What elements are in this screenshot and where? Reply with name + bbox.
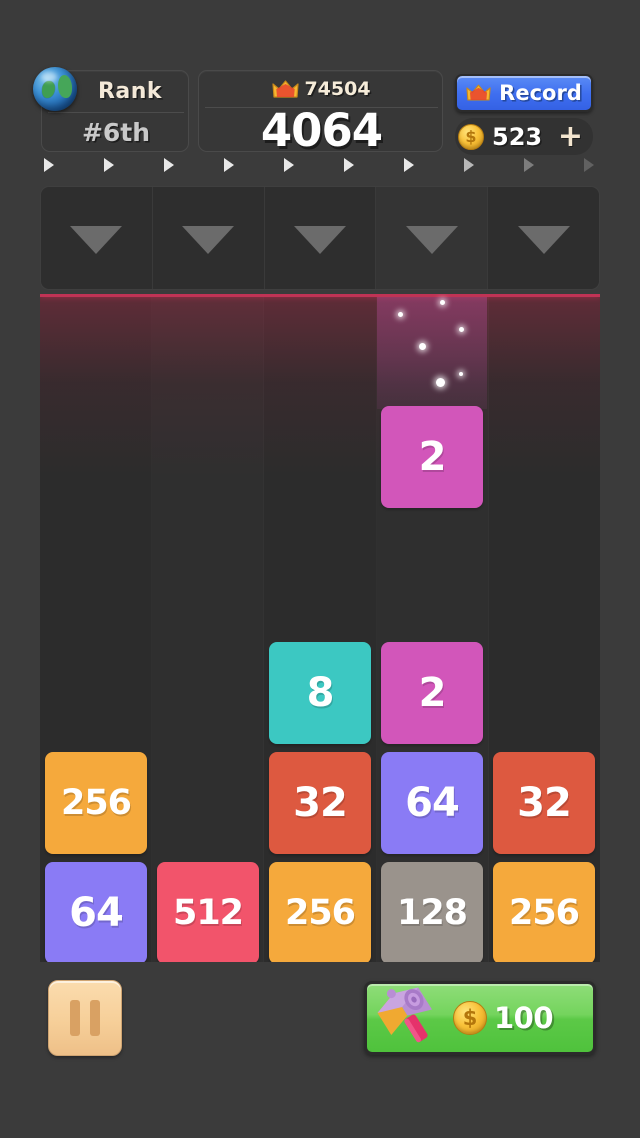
tile-256[interactable]: 256 xyxy=(493,862,595,962)
tile-32[interactable]: 32 xyxy=(493,752,595,854)
tile-64[interactable]: 64 xyxy=(381,752,483,854)
ticker-arrow-row xyxy=(0,158,640,180)
triangle-down-icon xyxy=(182,226,235,254)
crown-icon xyxy=(466,84,493,103)
tile-128[interactable]: 128 xyxy=(381,862,483,962)
top-hud: Rank #6th 74504 4064 Record $ 523 + xyxy=(0,0,640,157)
drop-column-1[interactable] xyxy=(153,187,265,289)
tile-256[interactable]: 256 xyxy=(45,752,147,854)
tile-32[interactable]: 32 xyxy=(269,752,371,854)
triangle-down-icon xyxy=(517,226,570,254)
triangle-right-icon xyxy=(464,158,474,172)
pause-icon xyxy=(70,1000,80,1036)
current-score-value: 4064 xyxy=(260,103,383,157)
danger-line xyxy=(40,294,600,297)
triangle-right-icon xyxy=(224,158,234,172)
globe-shine xyxy=(41,72,57,82)
triangle-right-icon xyxy=(404,158,414,172)
hammer-price: 100 xyxy=(494,1001,554,1035)
best-score-row: 74504 xyxy=(199,71,444,107)
triangle-right-icon xyxy=(164,158,174,172)
pause-icon xyxy=(90,1000,100,1036)
globe-icon xyxy=(33,67,77,111)
score-panel: 74504 4064 xyxy=(198,70,444,157)
rank-value: #6th xyxy=(81,118,151,147)
tile-256[interactable]: 256 xyxy=(269,862,371,962)
tile-64[interactable]: 64 xyxy=(45,862,147,962)
record-button-label: Record xyxy=(499,81,582,105)
crown-icon xyxy=(272,79,300,99)
drop-column-3[interactable] xyxy=(376,187,489,289)
drop-zone-panel xyxy=(40,186,600,290)
tile-2[interactable]: 2 xyxy=(381,406,483,508)
triangle-down-icon xyxy=(405,226,458,254)
add-coins-button[interactable]: + xyxy=(558,121,583,151)
triangle-right-icon xyxy=(584,158,594,172)
hammer-icon xyxy=(367,984,451,1052)
triangle-right-icon xyxy=(284,158,294,172)
triangle-right-icon xyxy=(44,158,54,172)
pause-button[interactable] xyxy=(48,980,122,1056)
coin-icon: $ xyxy=(453,1001,487,1035)
hammer-powerup-button[interactable]: $ 100 xyxy=(364,981,596,1055)
tile-8[interactable]: 8 xyxy=(269,642,371,744)
drop-column-0[interactable] xyxy=(41,187,153,289)
triangle-right-icon xyxy=(104,158,114,172)
best-score-value: 74504 xyxy=(304,78,371,100)
coin-icon: $ xyxy=(458,123,484,150)
triangle-down-icon xyxy=(293,226,346,254)
game-screen: Rank #6th 74504 4064 Record $ 523 + 2 8 … xyxy=(0,0,640,1138)
coin-amount: 523 xyxy=(492,122,543,151)
triangle-right-icon xyxy=(524,158,534,172)
triangle-right-icon xyxy=(344,158,354,172)
record-button[interactable]: Record xyxy=(455,74,593,112)
triangle-down-icon xyxy=(70,226,123,254)
game-board[interactable]: 2 8 2 256 32 64 32 64 512 256 128 256 xyxy=(40,294,600,962)
drop-column-2[interactable] xyxy=(265,187,377,289)
tile-512[interactable]: 512 xyxy=(157,862,259,962)
tile-2[interactable]: 2 xyxy=(381,642,483,744)
coin-balance-bar[interactable]: $ 523 + xyxy=(455,118,593,155)
drop-column-4[interactable] xyxy=(488,187,599,289)
